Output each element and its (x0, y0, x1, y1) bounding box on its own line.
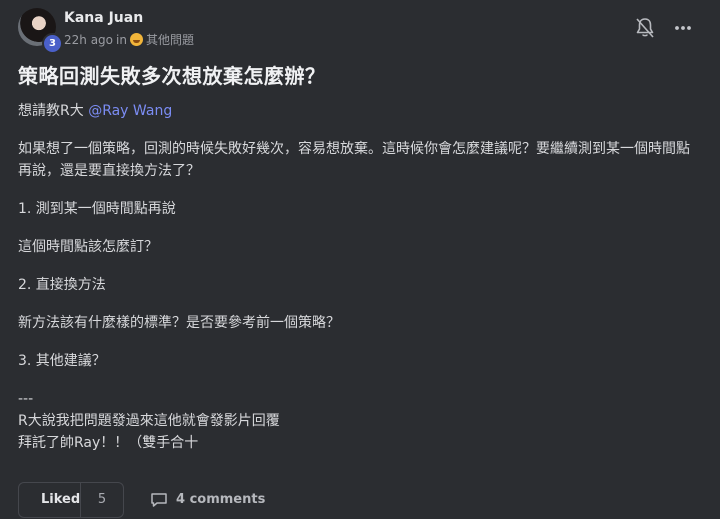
list-item-1: 1. 測到某一個時間點再說 (18, 201, 176, 217)
like-count[interactable]: 5 (81, 492, 123, 507)
comments-button[interactable]: 4 comments (150, 492, 265, 508)
meta-in: in (116, 32, 127, 47)
like-label: Liked (41, 492, 81, 507)
bell-off-icon[interactable] (635, 17, 655, 39)
author-name[interactable]: Kana Juan (64, 10, 143, 26)
post-body: 想請教R大 @Ray Wang 如果想了一個策略，回測的時候失敗好幾次，容易想放… (18, 100, 702, 454)
list-item-2-note: 新方法該有什麼樣的標準？是否要參考前一個策略？ (18, 315, 340, 331)
comments-label: 4 comments (176, 492, 266, 507)
category-emoji-icon (129, 33, 143, 46)
post-title: 策略回測失敗多次想放棄怎麼辦？ (18, 64, 326, 88)
post-meta: 22h ago in 其他問題 (64, 31, 194, 48)
post-card: 3 Kana Juan 22h ago in 其他問題 策略回測失敗多次想放棄怎… (0, 0, 720, 519)
greeting-line: 想請教R大 @Ray Wang (18, 100, 702, 122)
category-link[interactable]: 其他問題 (146, 31, 194, 48)
mention-link[interactable]: @Ray Wang (88, 103, 172, 119)
list-item-2: 2. 直接換方法 (18, 277, 106, 293)
post-time: 22h ago (64, 32, 114, 47)
level-badge: 3 (42, 33, 63, 54)
paragraph-1: 如果想了一個策略，回測的時候失敗好幾次，容易想放棄。這時候你會怎麼建議呢？要繼續… (18, 141, 690, 179)
closing-line-1: R大說我把問題發過來這他就會發影片回覆 (18, 413, 280, 429)
more-horizontal-icon[interactable] (672, 17, 694, 39)
post-header: 3 Kana Juan 22h ago in 其他問題 (18, 7, 702, 54)
comment-icon (151, 492, 167, 507)
greeting-text: 想請教R大 (18, 103, 84, 119)
like-button[interactable]: Liked 5 (18, 481, 124, 518)
separator-text: --- (18, 391, 34, 407)
list-item-1-note: 這個時間點該怎麼訂？ (18, 239, 158, 255)
like-toggle[interactable]: Liked (19, 482, 81, 517)
closing-line-2: 拜託了帥Ray！！（雙手合十 (18, 435, 199, 451)
avatar[interactable]: 3 (18, 8, 63, 54)
post-footer: Liked 5 4 comments (18, 481, 265, 518)
list-item-3: 3. 其他建議？ (18, 353, 106, 369)
